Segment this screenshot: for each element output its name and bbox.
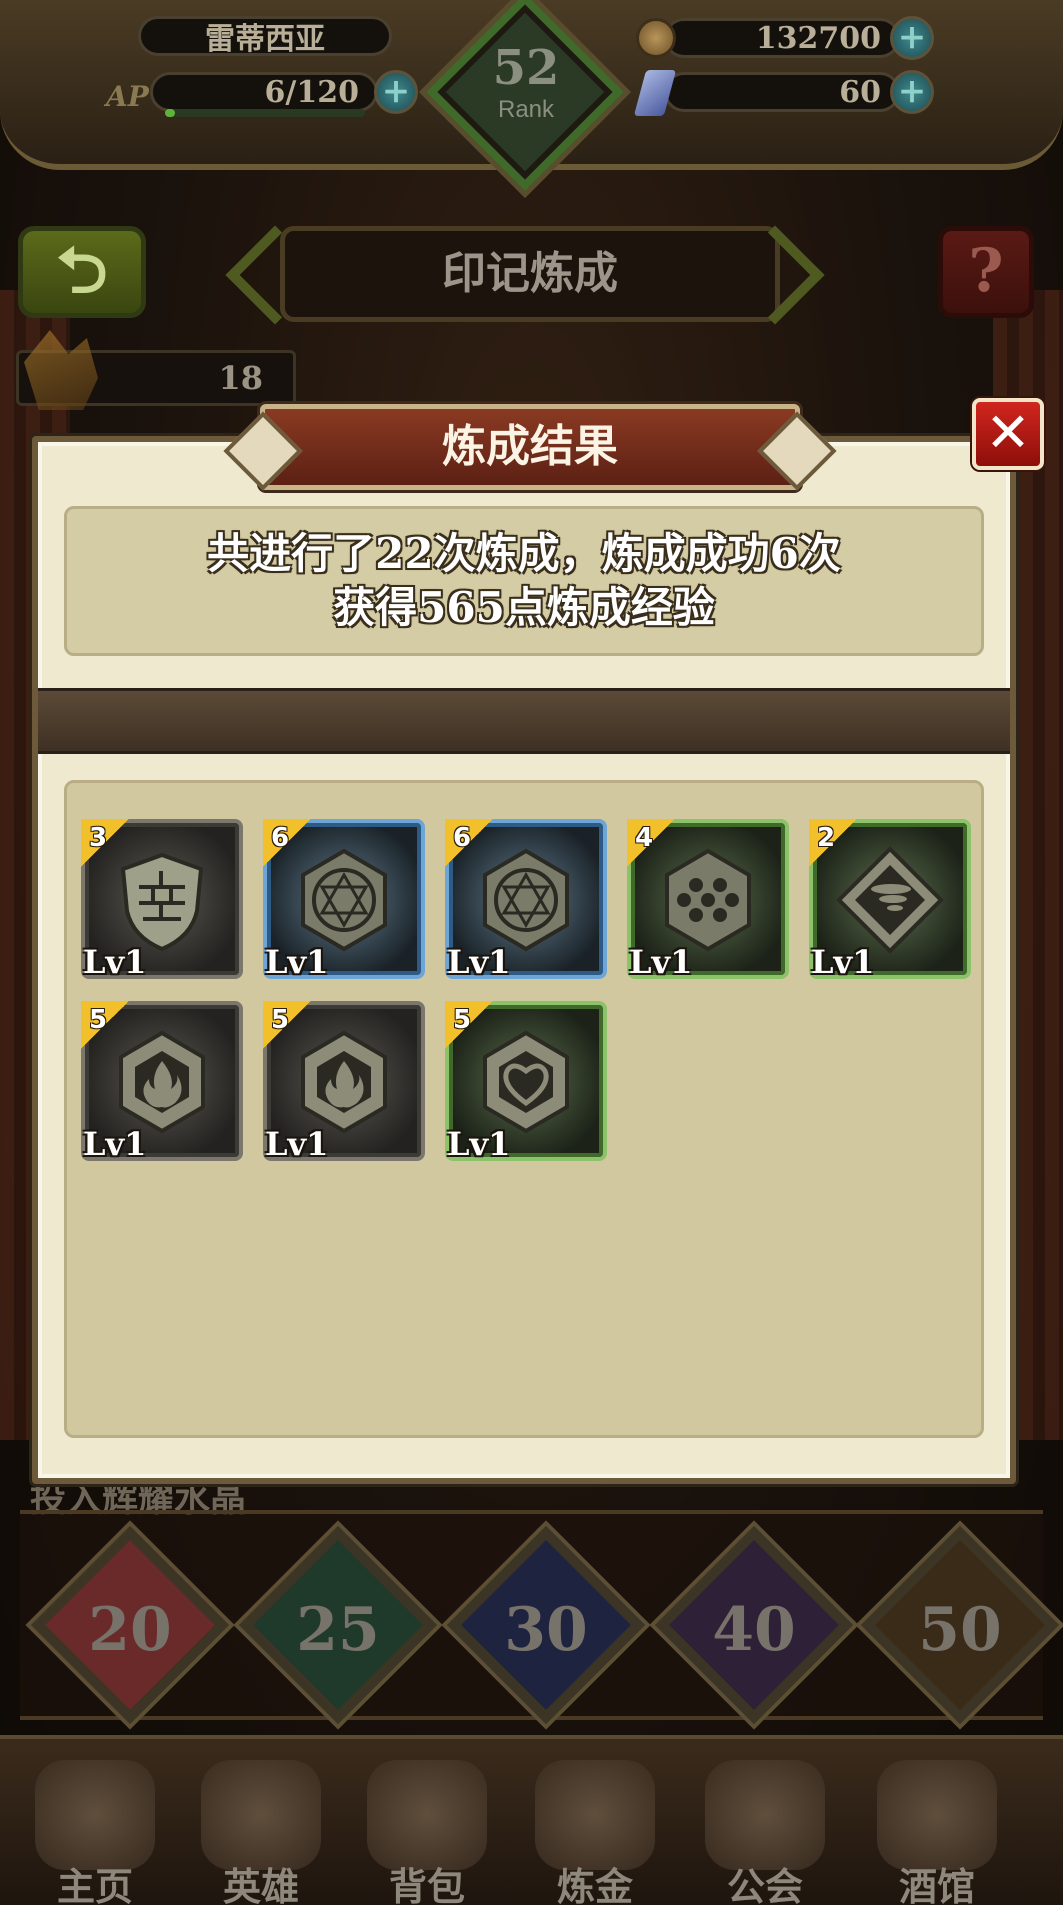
item-quantity: 2 xyxy=(817,823,836,853)
close-button[interactable]: ✕ xyxy=(972,398,1044,470)
item-level: Lv1 xyxy=(83,1125,147,1163)
crystal-add-button[interactable]: + xyxy=(890,70,934,114)
item-level: Lv1 xyxy=(629,943,693,981)
nav-item-1[interactable]: 英雄 xyxy=(186,1750,336,1905)
summary-line-attempts: 共进行了22次炼成，炼成成功6次 xyxy=(207,529,841,578)
nav-item-4[interactable]: 公会 xyxy=(690,1750,840,1905)
result-item[interactable]: 4 Lv1 xyxy=(627,819,789,981)
ap-add-button[interactable]: + xyxy=(374,70,418,114)
item-quantity: 5 xyxy=(453,1005,472,1035)
gold-coin-icon xyxy=(636,18,676,58)
rune-value: 25 xyxy=(296,1595,380,1665)
summary-line-exp: 获得565点炼成经验 xyxy=(333,583,715,632)
item-quantity: 5 xyxy=(89,1005,108,1035)
item-quantity: 6 xyxy=(271,823,290,853)
player-name: 雷蒂西亚 xyxy=(138,16,392,57)
back-button[interactable]: ⮌ xyxy=(18,226,146,318)
item-level: Lv1 xyxy=(265,943,329,981)
item-level: Lv1 xyxy=(447,1125,511,1163)
rank-label: Rank xyxy=(497,96,555,123)
nav-label: 英雄 xyxy=(222,1864,299,1905)
result-summary: 共进行了22次炼成，炼成成功6次 获得565点炼成经验 xyxy=(64,506,984,656)
nav-art-icon xyxy=(35,1760,155,1870)
ap-progress-bar xyxy=(165,109,365,117)
rune-value: 20 xyxy=(88,1595,172,1665)
item-level: Lv1 xyxy=(447,943,511,981)
item-quantity: 6 xyxy=(453,823,472,853)
dialog-title: 炼成结果 xyxy=(260,404,800,490)
nav-art-icon xyxy=(877,1760,997,1870)
nav-item-5[interactable]: 酒馆 xyxy=(862,1750,1012,1905)
nav-art-icon xyxy=(201,1760,321,1870)
crystal-amount: 60 xyxy=(664,72,900,112)
nav-art-icon xyxy=(367,1760,487,1870)
page-title: 印记炼成 xyxy=(280,226,780,322)
nav-label: 公会 xyxy=(726,1864,803,1905)
result-item[interactable]: 6 Lv1 xyxy=(445,819,607,981)
nav-item-2[interactable]: 背包 xyxy=(352,1750,502,1905)
result-item[interactable]: 6 Lv1 xyxy=(263,819,425,981)
nav-art-icon xyxy=(705,1760,825,1870)
gold-add-button[interactable]: + xyxy=(890,16,934,60)
nav-item-3[interactable]: 炼金 xyxy=(520,1750,670,1905)
nav-label: 背包 xyxy=(388,1864,465,1905)
nav-label: 主页 xyxy=(56,1864,133,1905)
ap-label: AP xyxy=(106,80,149,113)
item-level: Lv1 xyxy=(83,943,147,981)
nav-art-icon xyxy=(535,1760,655,1870)
ap-value: 6/120 xyxy=(150,72,378,112)
ornamental-divider xyxy=(38,688,1010,754)
gold-amount: 132700 xyxy=(664,18,900,58)
item-quantity: 4 xyxy=(635,823,654,853)
item-quantity: 5 xyxy=(271,1005,290,1035)
nav-label: 炼金 xyxy=(556,1864,633,1905)
rune-value: 50 xyxy=(918,1595,1002,1665)
result-items-panel: 3 Lv1 6 Lv1 6 Lv1 4 Lv1 2 Lv1 5 Lv1 5 Lv1 5 Lv1 xyxy=(64,780,984,1438)
item-level: Lv1 xyxy=(811,943,875,981)
rank-value: 52 xyxy=(492,40,560,96)
help-button[interactable]: ? xyxy=(938,226,1034,318)
result-item[interactable]: 5 Lv1 xyxy=(263,1001,425,1163)
item-quantity: 3 xyxy=(89,823,108,853)
result-item[interactable]: 2 Lv1 xyxy=(809,819,971,981)
rune-value: 40 xyxy=(712,1595,796,1665)
result-item[interactable]: 3 Lv1 xyxy=(81,819,243,981)
nav-label: 酒馆 xyxy=(898,1864,975,1905)
nav-item-0[interactable]: 主页 xyxy=(20,1750,170,1905)
ap-progress-fill xyxy=(165,109,175,117)
rune-value: 30 xyxy=(504,1595,588,1665)
item-level: Lv1 xyxy=(265,1125,329,1163)
result-item[interactable]: 5 Lv1 xyxy=(81,1001,243,1163)
result-item[interactable]: 5 Lv1 xyxy=(445,1001,607,1163)
